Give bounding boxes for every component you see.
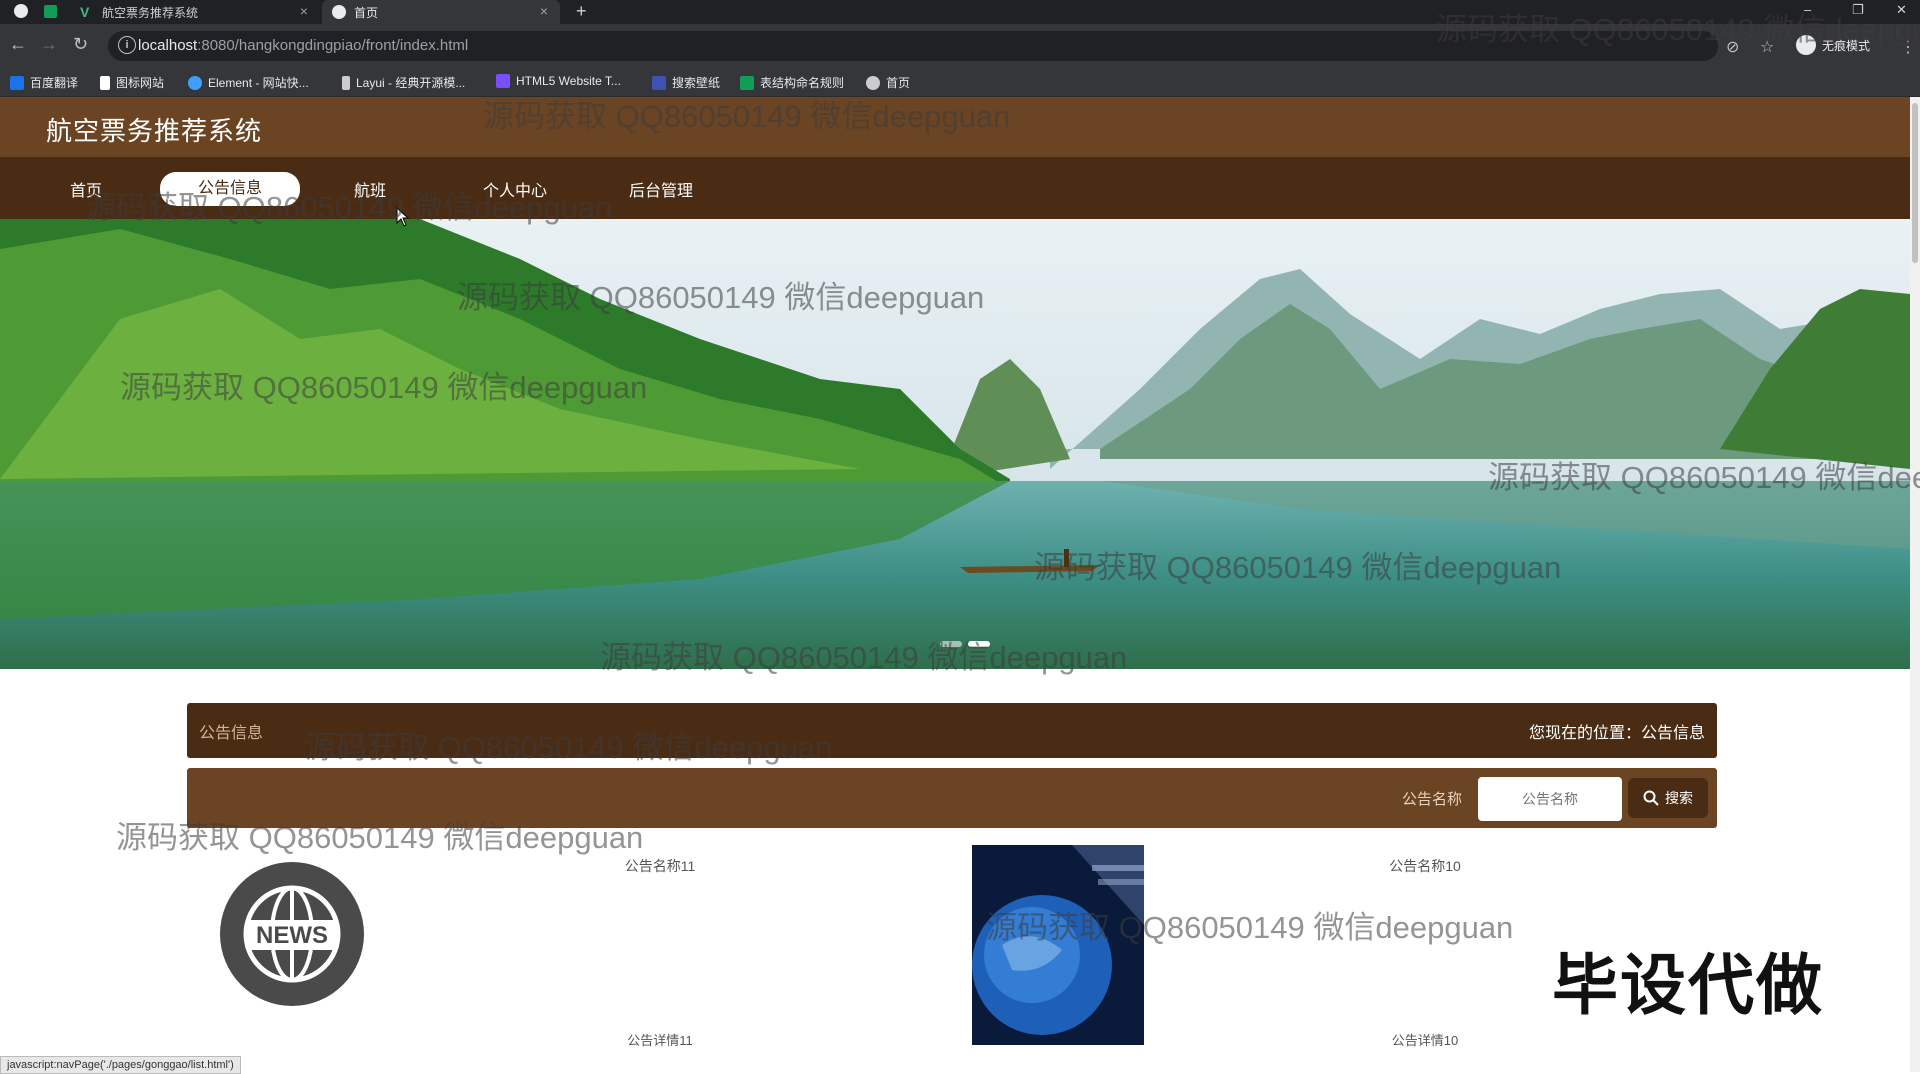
minimize-icon[interactable]: – [1804,2,1811,17]
more-menu-icon[interactable]: ⋮ [1900,37,1916,57]
restore-icon[interactable]: ❐ [1852,2,1864,18]
site-title: 航空票务推荐系统 [46,116,263,146]
eye-off-icon[interactable]: ⊘ [1726,37,1739,57]
bookmark-item[interactable]: 首页 [866,74,910,91]
flag-icon [100,75,110,90]
star-icon[interactable]: ☆ [1760,37,1774,57]
layui-logo-icon [342,75,350,90]
page-viewport: 航空票务推荐系统 首页 公告信息 航班 个人中心 后台管理 公告信息 您现在的位… [0,97,1910,1072]
notice-thumbnail-news-globe: NEWS [220,862,364,1006]
notice-title[interactable]: 公告名称10 [1275,856,1575,876]
globe-icon [332,5,346,19]
carousel-dot-active[interactable] [968,641,990,647]
globe-icon [866,75,880,90]
nav-personal-center[interactable]: 个人中心 [470,177,560,207]
bookmark-item[interactable]: Layui - 经典开源模... [342,74,465,91]
url-host: localhost [138,37,198,54]
bookmark-item[interactable]: 图标网站 [100,74,164,91]
site-header: 航空票务推荐系统 [0,97,1910,157]
url-path: :8080/hangkongdingpiao/front/index.html [197,37,469,54]
svg-text:NEWS: NEWS [256,922,328,949]
promo-stamp: 毕设代做 [1552,948,1824,1022]
carousel-dot[interactable] [940,641,962,647]
banner-carousel[interactable] [0,219,1910,669]
bookmark-label: Element - 网站快... [208,76,309,90]
notice-title[interactable]: 公告名称11 [510,856,810,876]
tab-home[interactable]: 首页 × [322,0,560,24]
bookmark-label: 图标网站 [116,76,165,90]
bookmark-label: 搜索壁纸 [672,76,721,90]
notice-thumbnail-news-broadcast [972,845,1144,1045]
bookmark-item[interactable]: Element - 网站快... [188,74,309,91]
bookmark-label: Layui - 经典开源模... [356,76,466,90]
bookmark-item[interactable]: 表结构命名规则 [740,74,844,91]
pinned-tab-icon[interactable] [44,5,57,18]
bookmark-label: 表结构命名规则 [760,76,845,90]
site-info-icon[interactable]: i [118,36,136,54]
breadcrumb-bar: 公告信息 您现在的位置：公告信息 [187,703,1717,758]
bookmark-item[interactable]: 百度翻译 [10,74,78,91]
url-field[interactable]: i localhost:8080/hangkongdingpiao/front/… [108,31,1718,61]
incognito-indicator[interactable]: 无痕模式 [1796,35,1870,55]
bookmark-item[interactable]: 搜索壁纸 [652,74,720,91]
search-bar: 公告名称 搜索 [187,768,1717,828]
tab-system[interactable]: V 航空票务推荐系统 × [70,0,320,24]
search-icon [1643,790,1659,806]
reload-icon[interactable]: ↻ [73,34,88,55]
close-tab-icon[interactable]: × [300,3,308,19]
html5-icon [496,74,510,88]
new-tab-icon[interactable]: + [576,1,587,22]
address-bar: ← → ↻ i localhost:8080/hangkongdingpiao/… [0,24,1920,69]
carousel-indicators[interactable] [940,641,990,647]
scrollbar-thumb[interactable] [1912,103,1918,263]
breadcrumb: 您现在的位置：公告信息 [1528,725,1705,742]
back-icon[interactable]: ← [9,34,27,55]
bookmark-icon [10,75,24,90]
search-label: 公告名称 [1402,791,1463,808]
bookmark-label: 百度翻译 [30,76,79,90]
bookmark-label: 首页 [886,76,911,90]
page-scrollbar[interactable] [1910,97,1920,1072]
status-bar-url: javascript:navPage('./pages/gonggao/list… [0,1056,241,1074]
search-button-label: 搜索 [1665,790,1693,806]
close-tab-icon[interactable]: × [540,3,548,19]
search-input[interactable] [1478,777,1622,821]
tab-home-label: 首页 [354,5,379,20]
nav-home[interactable]: 首页 [50,177,122,207]
vue-logo-icon: V [80,4,90,20]
notice-detail: 公告详情11 [627,1033,693,1048]
bookmarks-bar: 百度翻译 图标网站 Element - 网站快... Layui - 经典开源模… [0,69,1920,97]
browser-tab-strip: V 航空票务推荐系统 × 首页 × + – ❐ ✕ [0,0,1920,24]
incognito-avatar-icon [1796,35,1816,55]
section-title: 公告信息 [199,725,264,742]
bookmark-label: HTML5 Website T... [516,74,621,88]
sheet-icon [740,75,754,90]
mouse-cursor-icon [396,207,410,227]
notice-card[interactable]: NEWS 公告名称11 公告详情11 [187,852,947,1072]
browser-menu-icon[interactable] [14,4,28,18]
banner-landscape-image [0,219,1910,669]
element-logo-icon [188,75,202,90]
bookmark-item[interactable]: HTML5 Website T... [496,74,621,88]
incognito-label: 无痕模式 [1822,38,1871,53]
tab-system-label: 航空票务推荐系统 [102,5,199,20]
window-close-icon[interactable]: ✕ [1896,2,1907,18]
nav-flights[interactable]: 航班 [338,177,402,207]
search-button[interactable]: 搜索 [1628,778,1708,818]
wallpaper-icon [652,75,666,90]
main-nav: 首页 公告信息 航班 个人中心 后台管理 [0,157,1910,219]
notice-detail: 公告详情10 [1391,1033,1459,1048]
forward-icon[interactable]: → [40,34,58,55]
nav-admin[interactable]: 后台管理 [616,177,706,207]
nav-notices[interactable]: 公告信息 [160,172,300,206]
